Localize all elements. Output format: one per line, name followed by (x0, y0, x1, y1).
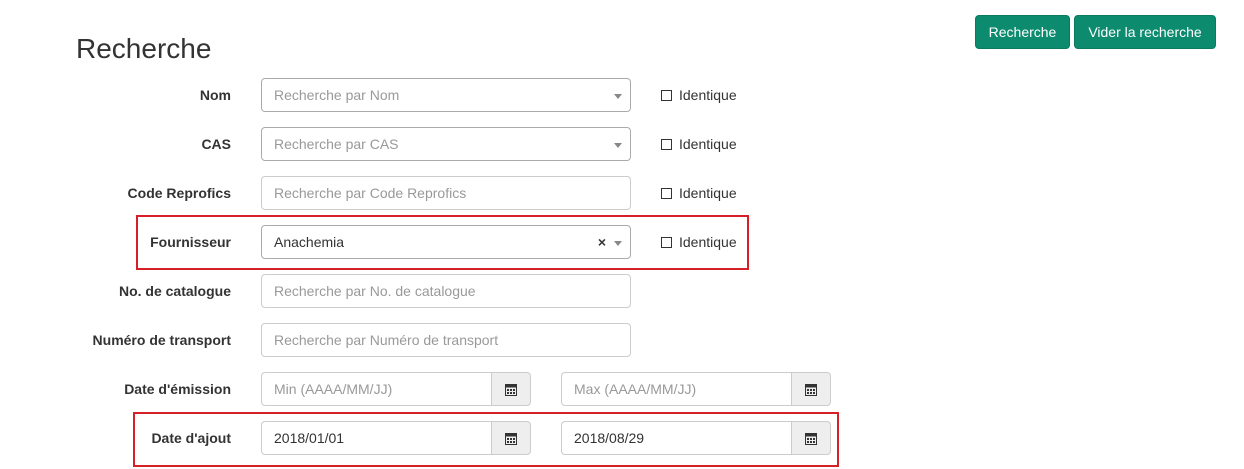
page-title: Recherche (76, 33, 212, 64)
ajout-max-input[interactable]: 2018/08/29 (561, 421, 792, 455)
reprofics-label: Code Reprofics (127, 185, 231, 201)
catalogue-label: No. de catalogue (118, 283, 231, 299)
calendar-icon (805, 432, 817, 445)
cas-identique-checkbox[interactable] (661, 138, 672, 150)
transport-input[interactable]: Recherche par Numéro de transport (261, 323, 631, 357)
caret-down-icon (614, 94, 622, 99)
transport-placeholder: Recherche par Numéro de transport (274, 332, 499, 348)
emission-min-placeholder: Min (AAAA/MM/JJ) (274, 381, 393, 397)
reprofics-identique-label: Identique (679, 185, 737, 201)
reprofics-identique[interactable]: Identique (661, 176, 737, 210)
ajout-min-calendar-button[interactable] (491, 421, 531, 455)
nom-identique[interactable]: Identique (661, 78, 737, 112)
emission-min-calendar-button[interactable] (491, 372, 531, 406)
calendar-icon (805, 383, 817, 396)
cas-placeholder: Recherche par CAS (274, 136, 399, 152)
calendar-icon (505, 432, 517, 445)
cas-identique[interactable]: Identique (661, 127, 737, 161)
emission-max-calendar-button[interactable] (791, 372, 831, 406)
calendar-icon (505, 383, 517, 396)
search-button[interactable]: Recherche (975, 15, 1070, 49)
fournisseur-label: Fournisseur (150, 234, 231, 250)
nom-select[interactable]: Recherche par Nom (261, 78, 631, 112)
fournisseur-identique-label: Identique (679, 234, 737, 250)
ajout-label: Date d'ajout (151, 430, 231, 446)
catalogue-input[interactable]: Recherche par No. de catalogue (261, 274, 631, 308)
fournisseur-identique-checkbox[interactable] (661, 236, 672, 248)
clear-search-button[interactable]: Vider la recherche (1074, 15, 1216, 49)
ajout-min-group: 2018/01/01 (261, 421, 531, 455)
ajout-max-group: 2018/08/29 (561, 421, 831, 455)
nom-placeholder: Recherche par Nom (274, 87, 400, 103)
ajout-min-value: 2018/01/01 (274, 430, 345, 446)
ajout-min-input[interactable]: 2018/01/01 (261, 421, 492, 455)
cas-identique-label: Identique (679, 136, 737, 152)
emission-min-input[interactable]: Min (AAAA/MM/JJ) (261, 372, 492, 406)
cas-label: CAS (201, 136, 231, 152)
ajout-max-calendar-button[interactable] (791, 421, 831, 455)
emission-max-group: Max (AAAA/MM/JJ) (561, 372, 831, 406)
catalogue-placeholder: Recherche par No. de catalogue (274, 283, 476, 299)
emission-label: Date d'émission (124, 381, 231, 397)
caret-down-icon (614, 241, 622, 246)
reprofics-input[interactable]: Recherche par Code Reprofics (261, 176, 631, 210)
fournisseur-select[interactable]: Anachemia × (261, 225, 631, 259)
nom-identique-checkbox[interactable] (661, 89, 672, 101)
ajout-max-value: 2018/08/29 (574, 430, 645, 446)
fournisseur-identique[interactable]: Identique (661, 225, 737, 259)
caret-down-icon (614, 143, 622, 148)
reprofics-placeholder: Recherche par Code Reprofics (274, 185, 467, 201)
emission-max-placeholder: Max (AAAA/MM/JJ) (574, 381, 697, 397)
clear-icon[interactable]: × (598, 226, 606, 258)
cas-select[interactable]: Recherche par CAS (261, 127, 631, 161)
emission-min-group: Min (AAAA/MM/JJ) (261, 372, 531, 406)
reprofics-identique-checkbox[interactable] (661, 187, 672, 199)
emission-max-input[interactable]: Max (AAAA/MM/JJ) (561, 372, 792, 406)
fournisseur-value: Anachemia (274, 234, 345, 250)
nom-identique-label: Identique (679, 87, 737, 103)
nom-label: Nom (199, 87, 231, 103)
transport-label: Numéro de transport (92, 332, 231, 348)
